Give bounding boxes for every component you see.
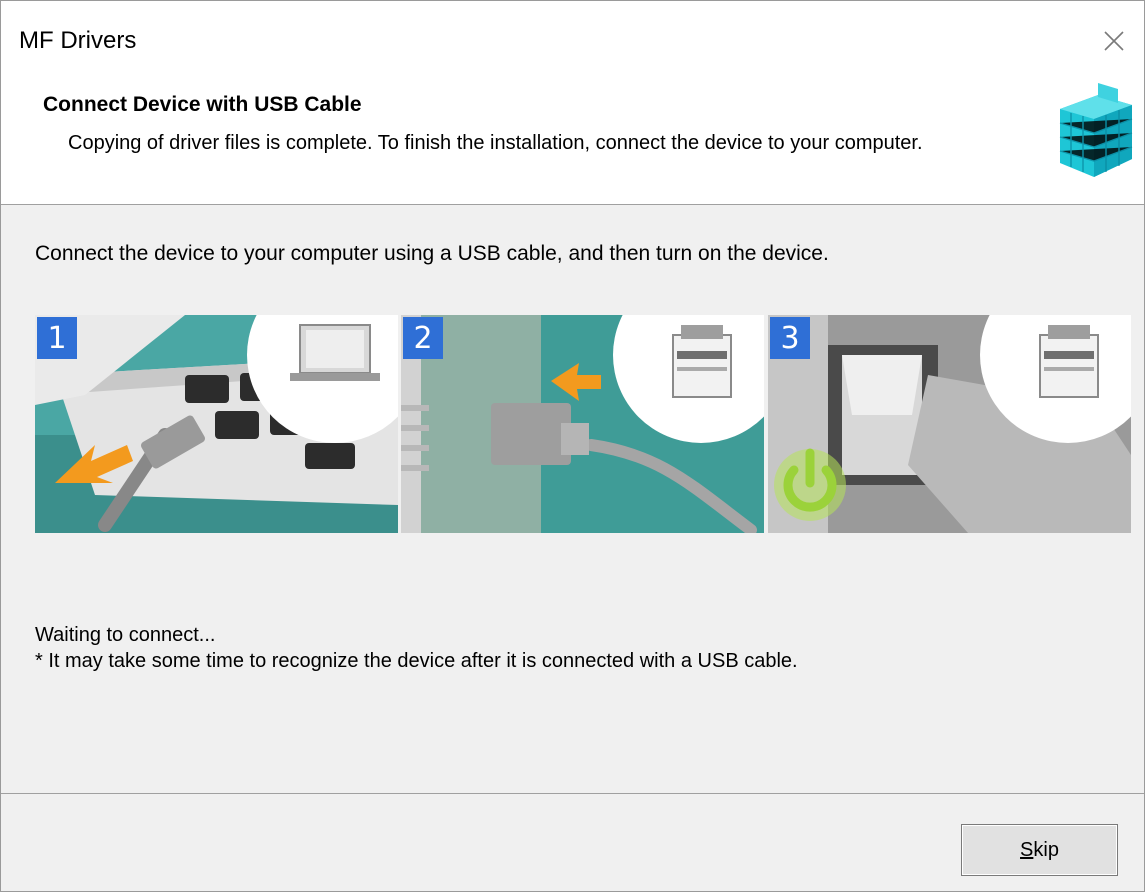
close-button[interactable] xyxy=(1094,21,1134,61)
skip-accelerator-char: S xyxy=(1020,838,1034,861)
step-2-illustration: 2 xyxy=(401,315,764,533)
step-3-badge: 3 xyxy=(770,317,810,359)
wizard-header: Connect Device with USB Cable Copying of… xyxy=(1,79,1144,205)
skip-label-rest: kip xyxy=(1033,838,1059,861)
footer-divider xyxy=(1,793,1144,794)
note-text: * It may take some time to recognize the… xyxy=(35,650,798,672)
window-title: MF Drivers xyxy=(19,27,137,54)
title-bar: MF Drivers xyxy=(1,1,1144,79)
cube-installer-icon xyxy=(1059,83,1133,177)
page-title: Connect Device with USB Cable xyxy=(43,93,362,116)
page-subtitle: Copying of driver files is complete. To … xyxy=(68,132,923,154)
skip-button[interactable]: Skip xyxy=(961,824,1118,876)
step-1-illustration: 1 xyxy=(35,315,398,533)
instruction-text: Connect the device to your computer usin… xyxy=(35,242,829,265)
step-1-badge: 1 xyxy=(37,317,77,359)
status-text: Waiting to connect... xyxy=(35,624,216,646)
step-3-illustration: 3 xyxy=(768,315,1131,533)
installer-window: MF Drivers Connect Device with USB Cable… xyxy=(0,0,1145,892)
step-2-badge: 2 xyxy=(403,317,443,359)
close-icon xyxy=(1104,31,1124,51)
